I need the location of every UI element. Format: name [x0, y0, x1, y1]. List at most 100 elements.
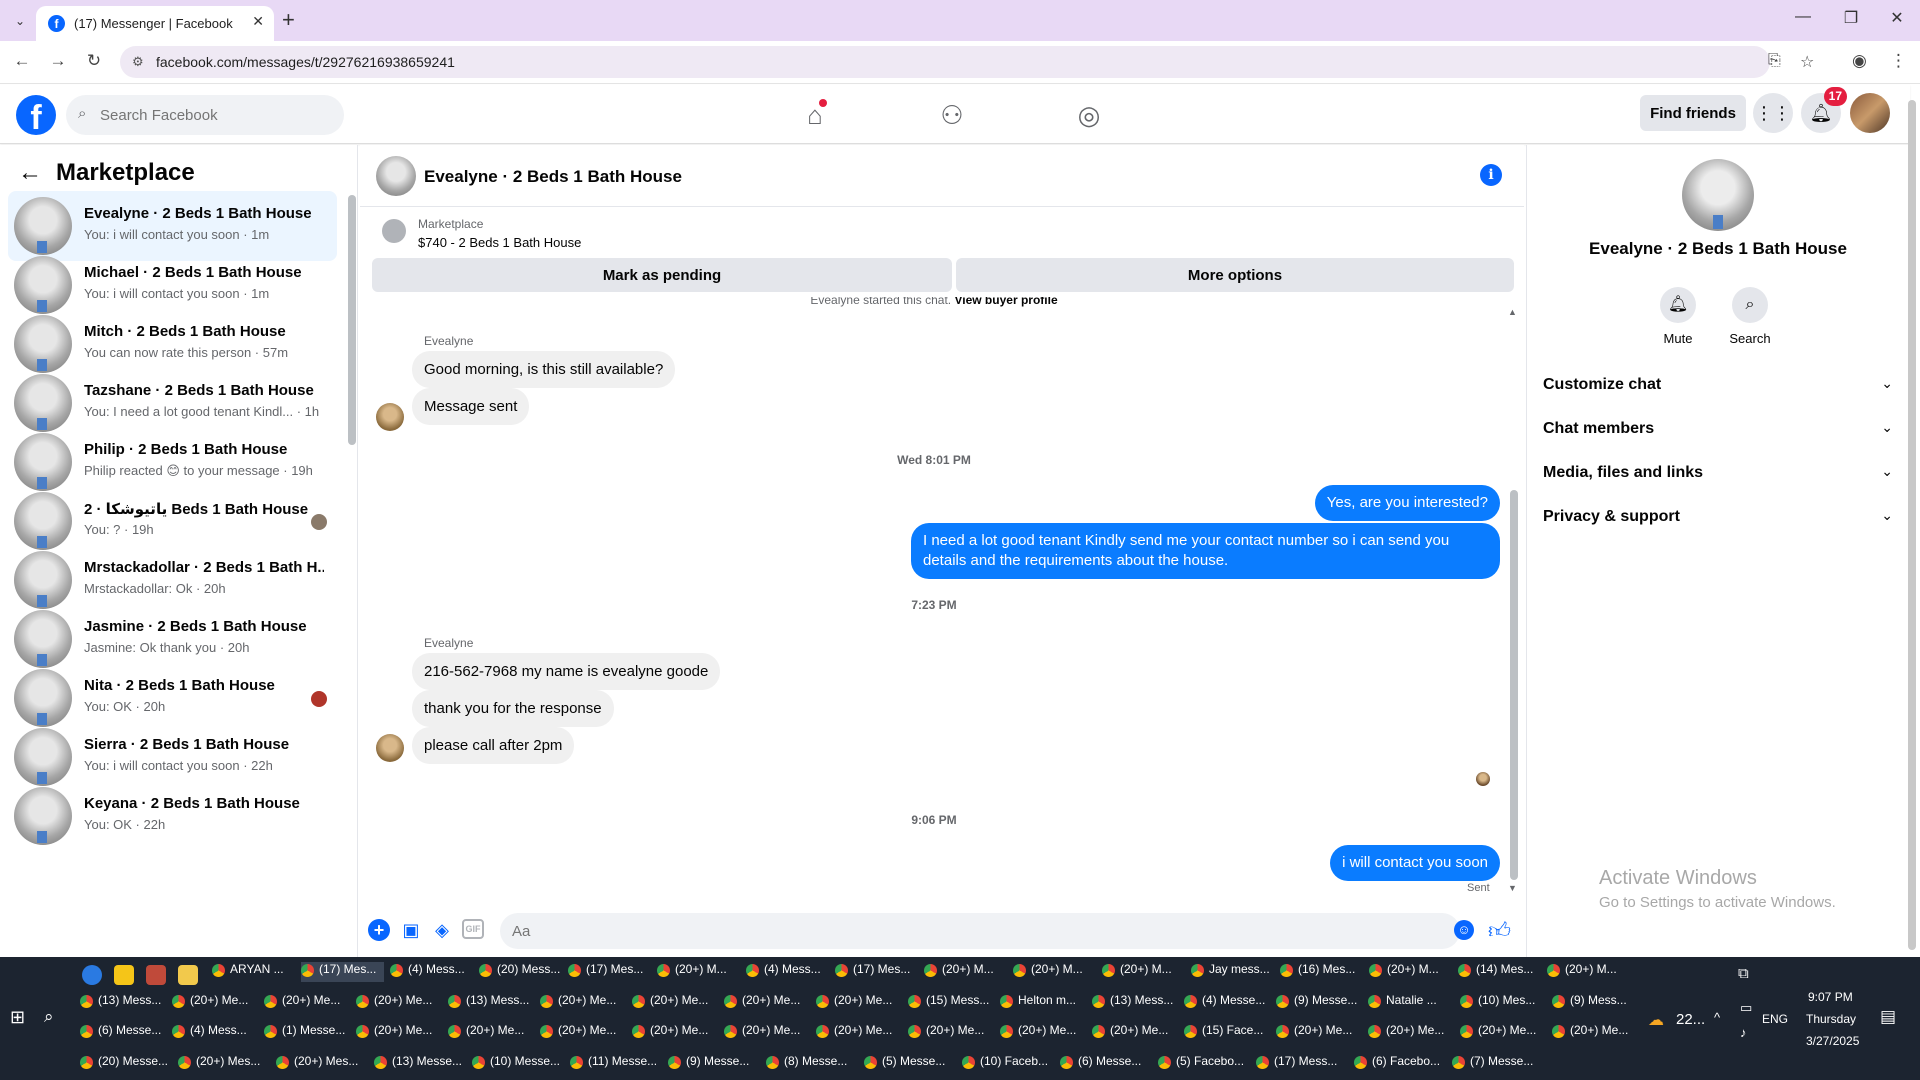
volume-icon[interactable]: ♪ [1740, 1025, 1747, 1040]
incoming-message[interactable]: Good morning, is this still available? [412, 351, 676, 388]
restore-icon[interactable]: ❐ [1836, 8, 1866, 28]
taskbar-corner-icon[interactable]: ⧉ [1738, 965, 1749, 982]
taskbar-window-button[interactable]: (5) Facebo... [1158, 1054, 1250, 1074]
contact-avatar[interactable] [1682, 159, 1754, 231]
taskbar-window-button[interactable]: (9) Messe... [1276, 993, 1362, 1013]
window-close-icon[interactable]: ✕ [1882, 8, 1912, 28]
taskbar-window-button[interactable]: (20) Mess... [479, 962, 562, 982]
clock-time[interactable]: 9:07 PM [1808, 990, 1853, 1004]
scroll-up-arrow-icon[interactable]: ▲ [1508, 307, 1517, 317]
taskbar-window-button[interactable]: (20+) Me... [172, 993, 258, 1013]
install-app-icon[interactable]: ⎘ [1768, 52, 1781, 70]
taskbar-window-button[interactable]: (6) Messe... [80, 1023, 166, 1043]
taskbar-window-button[interactable]: (4) Mess... [390, 962, 473, 982]
bell-icon[interactable]: 🔔︎ [1660, 287, 1696, 323]
network-icon[interactable]: ▭ [1740, 1000, 1752, 1016]
taskbar-window-button[interactable]: (20+) Me... [1000, 1023, 1086, 1043]
taskbar-window-button[interactable]: (20+) Me... [724, 1023, 810, 1043]
taskbar-window-button[interactable]: (20+) Me... [816, 993, 902, 1013]
outgoing-message[interactable]: I need a lot good tenant Kindly send me … [911, 523, 1500, 579]
browser-menu-icon[interactable]: ⋮ [1890, 51, 1907, 71]
taskbar-window-button[interactable]: (1) Messe... [264, 1023, 350, 1043]
tab-search-icon[interactable]: ⌄ [8, 10, 32, 32]
find-friends-button[interactable]: Find friends [1640, 95, 1746, 131]
browser-tab[interactable]: f (17) Messenger | Facebook ✕ [36, 6, 274, 41]
thumbs-up-icon[interactable]: 👍︎ [1488, 917, 1511, 944]
photo-icon[interactable]: ▣ [400, 919, 422, 941]
facebook-search-input[interactable] [100, 95, 330, 135]
scroll-down-arrow-icon[interactable]: ▼ [1508, 883, 1517, 893]
mute-action[interactable]: 🔔︎ Mute [1648, 287, 1708, 346]
minimize-icon[interactable]: — [1788, 8, 1818, 26]
taskbar-window-button[interactable]: (13) Messe... [374, 1054, 466, 1074]
page-scrollbar[interactable] [1908, 100, 1916, 950]
taskbar-window-button[interactable]: (20+) Me... [1552, 1023, 1638, 1043]
taskbar-window-button[interactable]: (17) Mes... [568, 962, 651, 982]
notification-center-icon[interactable]: ▤ [1880, 1007, 1896, 1027]
taskbar-window-button[interactable]: Jay mess... [1191, 962, 1274, 982]
sticker-icon[interactable]: ◈ [431, 919, 453, 941]
taskbar-window-button[interactable]: Natalie ... [1368, 993, 1454, 1013]
chat-members-section[interactable]: Chat members ⌄ [1543, 411, 1897, 447]
taskbar-window-button[interactable]: (20) Messe... [80, 1054, 172, 1074]
taskbar-window-button[interactable]: (20+) Me... [540, 1023, 626, 1043]
conversation-info-icon[interactable]: i [1480, 164, 1502, 186]
back-arrow-icon[interactable]: ← [18, 159, 42, 187]
taskbar-window-button[interactable]: (20+) M... [1547, 962, 1630, 982]
taskbar-window-button[interactable]: (20+) M... [924, 962, 1007, 982]
taskbar-window-button[interactable]: (20+) Me... [1368, 1023, 1454, 1043]
reload-icon[interactable]: ↻ [82, 51, 106, 71]
taskbar-window-button[interactable]: (20+) M... [1369, 962, 1452, 982]
taskbar-window-button[interactable]: (10) Mes... [1460, 993, 1546, 1013]
taskbar-window-button[interactable]: (10) Messe... [472, 1054, 564, 1074]
taskbar-window-button[interactable]: (11) Messe... [570, 1054, 662, 1074]
conversation-item[interactable]: Keyana · 2 Beds 1 Bath House You: OK · 22… [8, 781, 337, 851]
taskbar-window-button[interactable]: (20+) M... [657, 962, 740, 982]
forward-icon[interactable]: → [46, 51, 70, 71]
taskbar-window-button[interactable]: (4) Messe... [1184, 993, 1270, 1013]
taskbar-window-button[interactable]: (14) Mes... [1458, 962, 1541, 982]
outgoing-message[interactable]: i will contact you soon [1330, 845, 1500, 881]
weather-icon[interactable]: ☁ [1648, 1010, 1664, 1030]
menu-grid-icon[interactable]: ⋮⋮ [1753, 93, 1793, 133]
plus-icon[interactable]: + [368, 919, 390, 941]
chat-avatar[interactable] [376, 156, 416, 196]
taskbar-window-button[interactable]: (15) Mess... [908, 993, 994, 1013]
media-files-links-section[interactable]: Media, files and links ⌄ [1543, 455, 1897, 491]
taskbar-window-button[interactable]: (20+) Me... [356, 1023, 442, 1043]
taskbar-window-button[interactable]: ARYAN ... [212, 962, 295, 982]
taskbar-window-button[interactable]: (17) Mes... [835, 962, 918, 982]
taskbar-window-button[interactable]: (20+) Me... [908, 1023, 994, 1043]
taskbar-window-button[interactable]: (20+) Me... [1460, 1023, 1546, 1043]
search-icon[interactable]: ⌕ [1732, 287, 1768, 323]
taskbar-window-button[interactable]: (20+) Me... [356, 993, 442, 1013]
taskbar-window-button[interactable]: (17) Mess... [1256, 1054, 1348, 1074]
notifications-bell-icon[interactable]: 🔔︎ 17 [1801, 87, 1847, 133]
groups-icon[interactable]: ◎ [1067, 95, 1111, 135]
taskbar-window-button[interactable]: (7) Messe... [1452, 1054, 1544, 1074]
taskbar-window-button[interactable]: (5) Messe... [864, 1054, 956, 1074]
facebook-search[interactable]: ⌕ [66, 95, 344, 135]
taskbar-window-button[interactable]: (17) Mes... [301, 962, 384, 982]
taskbar-window-button[interactable]: (20+) M... [1013, 962, 1096, 982]
bookmark-star-icon[interactable]: ☆ [1800, 52, 1814, 72]
profile-icon[interactable]: ◉ [1852, 51, 1867, 71]
taskbar-window-button[interactable]: (4) Mess... [172, 1023, 258, 1043]
taskbar-window-button[interactable]: (20+) Me... [540, 993, 626, 1013]
taskbar-window-button[interactable]: (9) Mess... [1552, 993, 1638, 1013]
taskbar-window-button[interactable]: (6) Messe... [1060, 1054, 1152, 1074]
incoming-message[interactable]: thank you for the response [412, 690, 614, 727]
weather-temp[interactable]: 22... [1676, 1011, 1705, 1028]
language-indicator[interactable]: ENG [1762, 1012, 1788, 1026]
taskbar-window-button[interactable]: Helton m... [1000, 993, 1086, 1013]
taskbar-window-button[interactable]: (13) Mess... [80, 993, 166, 1013]
marketplace-listing-banner[interactable]: Marketplace $740 - 2 Beds 1 Bath House [370, 213, 1514, 253]
site-info-icon[interactable]: ⚙ [132, 54, 144, 70]
view-buyer-profile-link[interactable]: View buyer profile [954, 297, 1057, 307]
chat-list-scrollbar[interactable] [348, 195, 356, 445]
taskbar-window-button[interactable]: (20+) Me... [264, 993, 350, 1013]
taskbar-window-button[interactable]: (6) Facebo... [1354, 1054, 1446, 1074]
taskbar-window-button[interactable]: (15) Face... [1184, 1023, 1270, 1043]
new-tab-icon[interactable]: + [282, 7, 295, 33]
taskbar-window-button[interactable]: (10) Faceb... [962, 1054, 1054, 1074]
